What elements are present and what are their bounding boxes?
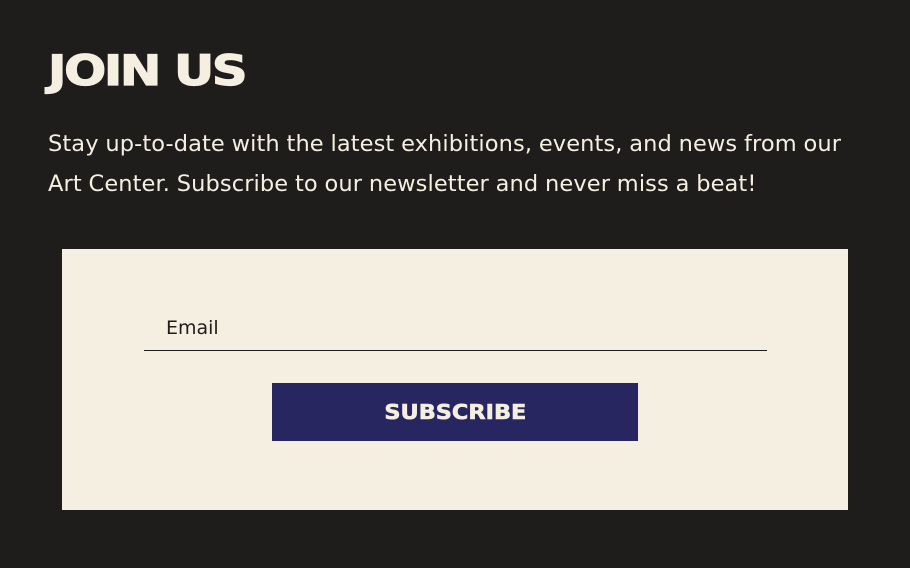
subscribe-button-label: SUBSCRIBE — [384, 400, 527, 425]
subscribe-button[interactable]: SUBSCRIBE — [272, 383, 638, 441]
section-description: Stay up-to-date with the latest exhibiti… — [48, 131, 842, 197]
section-title: JOIN US — [47, 45, 248, 95]
email-input[interactable] — [144, 305, 767, 350]
newsletter-form: SUBSCRIBE — [62, 249, 848, 510]
email-field-wrapper — [144, 305, 767, 351]
